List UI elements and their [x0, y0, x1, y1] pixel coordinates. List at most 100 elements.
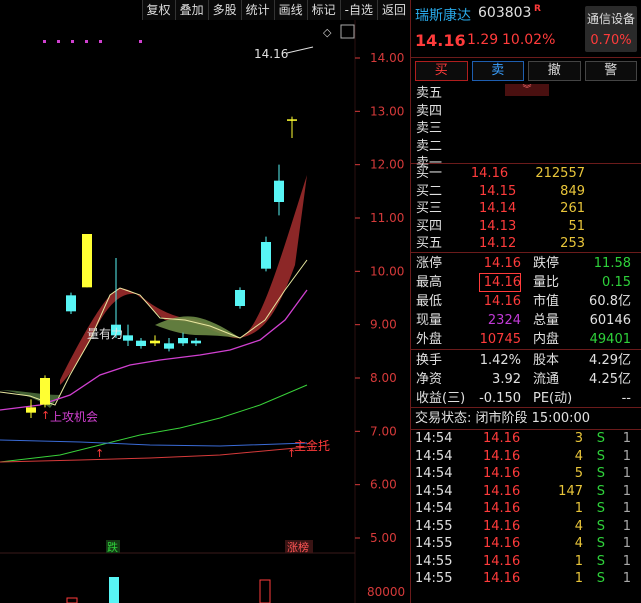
- tick-time: 14:55: [415, 571, 453, 586]
- tick-side: S: [596, 553, 605, 569]
- tick-count: 1: [622, 501, 631, 516]
- toolbar-huaxian[interactable]: 画线: [273, 0, 307, 20]
- tick-qty: 1: [574, 553, 583, 569]
- stat-value: 10745: [479, 332, 521, 347]
- high-pointer-line: [286, 46, 314, 54]
- bid-price: 14.13: [479, 218, 517, 234]
- tick-qty: 1: [574, 571, 583, 586]
- price-change: 1.29: [467, 32, 499, 48]
- tick-count: 1: [622, 571, 631, 586]
- bid-row: 买四 14.13 51: [411, 218, 641, 236]
- toolbar-duogu[interactable]: 多股: [207, 0, 241, 20]
- price-tick-label: 10.00: [370, 264, 404, 278]
- candle-body: [26, 407, 36, 413]
- tick-side: S: [596, 448, 605, 464]
- volume-axis-label: 80000: [367, 585, 405, 599]
- finance-row: 净资 3.92 流通 4.25亿: [411, 370, 641, 389]
- annotation-liangyouli: 量有力: [87, 327, 123, 341]
- annotation-zhujintuo: 主金托: [294, 438, 330, 453]
- finance-label: 换手: [416, 353, 443, 368]
- tick-time: 14:54: [415, 466, 453, 481]
- alert-button[interactable]: 警: [584, 61, 637, 81]
- tick-qty: 3: [574, 431, 583, 446]
- toolbar-diejia[interactable]: 叠加: [174, 0, 208, 20]
- tick-row: 14:54 14.16 3 S 1: [411, 430, 641, 448]
- tick-row: 14:55 14.16 4 S 1: [411, 535, 641, 553]
- tick-qty: 4: [574, 448, 583, 464]
- stat-row: 最低 14.16 市值 60.8亿: [411, 292, 641, 311]
- last-price: 14.16: [415, 31, 466, 50]
- tick-count: 1: [622, 431, 631, 446]
- stat-value: 0.15: [602, 275, 631, 290]
- toolbar-zixuan[interactable]: -自选: [339, 0, 377, 20]
- price-tick-label: 13.00: [370, 104, 404, 118]
- buy-button[interactable]: 买: [415, 61, 468, 81]
- up-arrow-icon-3: ↑: [41, 409, 50, 422]
- candle-body: [66, 295, 76, 312]
- tick-row: 14:55 14.16 1 S 1: [411, 570, 641, 588]
- volume-bar: [66, 597, 78, 603]
- stat-label: 涨停: [416, 256, 443, 271]
- cancel-button[interactable]: 撤: [528, 61, 581, 81]
- ask-label: 卖五: [416, 86, 443, 101]
- tick-side: S: [596, 518, 605, 534]
- tick-price: 14.16: [483, 553, 521, 569]
- finance-label: 流通: [533, 372, 560, 387]
- trade-status: 交易状态: 闭市阶段 15:00:00: [411, 408, 641, 430]
- tick-count: 1: [622, 466, 631, 481]
- tick-count: 1: [622, 448, 631, 464]
- volume-bar: [109, 577, 119, 603]
- toolbar-tongji[interactable]: 统计: [240, 0, 274, 20]
- stock-name[interactable]: 瑞斯康达: [415, 5, 471, 25]
- kline-chart[interactable]: 14.16 ◇ 量有力 上攻机会 主金托 ↑ ↑ ↑ 14.00 13.00 12.…: [0, 0, 410, 603]
- stock-header: 瑞斯康达 603803 R 14.16 1.29 10.02% 通信设备 0.7…: [411, 0, 641, 58]
- tick-list[interactable]: 14:54 14.16 3 S 1 14:54 14.16 4 S 1 14:54 14.16 5 S…: [411, 430, 641, 588]
- annotation-shanggong: 上攻机会: [50, 410, 98, 424]
- stat-label: 跌停: [533, 256, 560, 271]
- tick-qty: 4: [574, 536, 583, 551]
- quote-panel: 瑞斯康达 603803 R 14.16 1.29 10.02% 通信设备 0.7…: [410, 0, 641, 603]
- trade-buttons: 买 卖 撤 警: [411, 58, 641, 83]
- tick-row: 14:54 14.16 147 S 1: [411, 483, 641, 501]
- bull-band-red: [60, 175, 307, 385]
- toolbar-fuquan[interactable]: 复权: [141, 0, 175, 20]
- diamond-icon[interactable]: ◇: [323, 26, 332, 39]
- volume-bar: [259, 579, 271, 603]
- toolbar-biaoji[interactable]: 标记: [306, 0, 340, 20]
- candle-body: [123, 335, 133, 341]
- finance-block: 换手 1.42% 股本 4.29亿 净资 3.92 流通 4.25亿 收益(三) -0.150…: [411, 350, 641, 408]
- finance-value: 3.92: [492, 372, 521, 387]
- stat-value: 14.16: [483, 256, 521, 271]
- finance-value: 1.42%: [479, 353, 521, 368]
- chart-toolbar: 复权 叠加 多股 统计 画线 标记 -自选 返回: [0, 0, 410, 20]
- tick-row: 14:55 14.16 1 S 1: [411, 553, 641, 571]
- tick-time: 14:55: [415, 553, 453, 569]
- stat-label: 市值: [533, 294, 560, 309]
- stats-block: 涨停 14.16 跌停 11.58 最高 14.16 量比 0.15 最低 14.16 市值 60…: [411, 253, 641, 350]
- ask-levels: 卖五 卖四 卖三 卖二 卖一: [411, 83, 641, 171]
- bid-label: 买四: [416, 218, 443, 234]
- stat-label: 现量: [416, 313, 443, 328]
- bid-volume: 261: [560, 201, 585, 217]
- toolbar-fanhui[interactable]: 返回: [376, 0, 410, 20]
- tick-qty: 5: [574, 466, 583, 481]
- stat-label: 量比: [533, 275, 560, 290]
- up-arrow-icon-2: ↑: [287, 447, 296, 460]
- kline-chart-pane[interactable]: 14.16 ◇ 量有力 上攻机会 主金托 ↑ ↑ ↑ 14.00 13.00 12.…: [0, 0, 410, 603]
- price-tick-label: 8.00: [370, 371, 397, 385]
- bid-label: 买二: [416, 183, 443, 199]
- bid-label: 买五: [416, 236, 443, 252]
- finance-label: 股本: [533, 353, 560, 368]
- bid-row: 买二 14.15 849: [411, 183, 641, 201]
- sector-box[interactable]: 通信设备 0.70%: [585, 6, 637, 52]
- tick-price: 14.16: [483, 536, 521, 551]
- toggle-box[interactable]: [340, 24, 355, 39]
- candle-body: [136, 340, 146, 346]
- stat-value: 60146: [589, 313, 631, 328]
- finance-value: -0.150: [479, 391, 521, 406]
- tick-side: S: [596, 536, 605, 551]
- stat-value: 2324: [487, 313, 521, 328]
- sell-button[interactable]: 卖: [471, 61, 524, 81]
- tick-row: 14:55 14.16 4 S 1: [411, 518, 641, 536]
- stat-value: 14.16: [479, 273, 521, 292]
